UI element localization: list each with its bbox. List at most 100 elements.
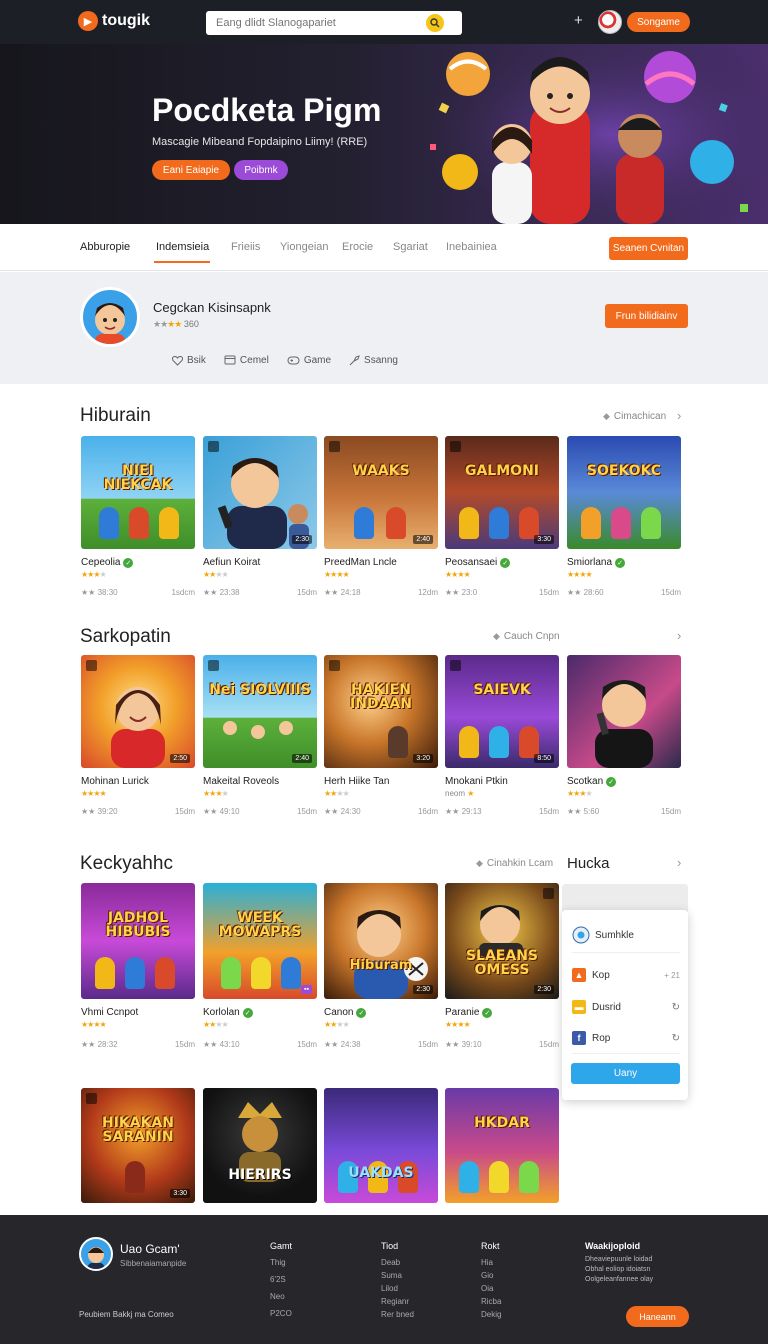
game-thumbnail[interactable]: HIERIRS (203, 1088, 317, 1203)
game-name[interactable]: PreedMan Lncle (324, 557, 397, 568)
search-icon[interactable] (426, 14, 444, 32)
user-avatar[interactable] (598, 10, 622, 34)
game-card[interactable]: 2:50 Mohinan Lurick ★★★★ ★★ 39:20 15dm (81, 655, 195, 816)
game-name[interactable]: Smiorlana (567, 557, 612, 568)
game-card[interactable]: Scotkan ✓ ★★★★ ★★ 5:60 15dm (567, 655, 681, 816)
game-thumbnail[interactable]: Hiburam 2:30 (324, 883, 438, 999)
game-card[interactable]: SAIEVK 8:50 Mnokani Ptkin neom ★ ★★ 29:1… (445, 655, 559, 816)
game-thumbnail[interactable]: NIEI NIEKCAK (81, 436, 195, 549)
game-card[interactable]: WEEK MOWAPRS ▪▪ Korlolan ✓ ★★★★ ★★ 43:10 1… (203, 883, 317, 1049)
game-card[interactable]: HIERIRS (203, 1088, 317, 1203)
footer-link[interactable]: Deab (381, 1258, 414, 1267)
game-thumbnail[interactable]: UAKDAS (324, 1088, 438, 1203)
game-name[interactable]: Cepeolia (81, 557, 120, 568)
footer-link[interactable]: Gio (481, 1271, 501, 1280)
game-card[interactable]: HAKIEN INDAAN 3:20 Herh Hiike Tan ★★★★ ★… (324, 655, 438, 816)
tab-frieiis[interactable]: Frieiis (231, 241, 260, 253)
game-card[interactable]: SLAEANS OMESS 2:30 Paranie ✓ ★★★★ ★★ 39:1… (445, 883, 559, 1049)
game-name[interactable]: Herh Hiike Tan (324, 776, 389, 787)
game-thumbnail[interactable]: 2:30 (203, 436, 317, 549)
game-thumbnail[interactable]: SLAEANS OMESS 2:30 (445, 883, 559, 999)
game-card[interactable]: Hiburam 2:30 Canon ✓ ★★★★ ★★ 24:38 15dm (324, 883, 438, 1049)
game-card[interactable]: UAKDAS (324, 1088, 438, 1203)
game-name[interactable]: Aefiun Koirat (203, 557, 260, 568)
footer-link[interactable]: Dekig (481, 1310, 501, 1319)
game-thumbnail[interactable]: WAAKS 2:40 (324, 436, 438, 549)
footer-brand: Uao Gcam' (120, 1242, 180, 1256)
footer-link[interactable]: P2CO (270, 1309, 292, 1318)
game-name[interactable]: Canon (324, 1007, 353, 1018)
tab-erocie[interactable]: Erocie (342, 241, 373, 253)
search-input[interactable] (216, 17, 421, 29)
game-card[interactable]: SOEKOKC Smiorlana ✓ ★★★★ ★★ 28:60 15dm (567, 436, 681, 597)
game-card[interactable]: 2:30 Aefiun Koirat ★★★★ ★★ 23:38 15dm (203, 436, 317, 597)
footer-link[interactable]: Regianr (381, 1297, 414, 1306)
footer-link[interactable]: 6'2S (270, 1275, 292, 1284)
profile-avatar[interactable] (80, 287, 140, 347)
game-name[interactable]: Mohinan Lurick (81, 776, 149, 787)
game-name[interactable]: Peosansaei (445, 557, 497, 568)
like-action[interactable]: Bsik (172, 355, 206, 366)
tab-yiongeian[interactable]: Yiongeian (280, 241, 329, 253)
share-option-dusrid[interactable]: ▬ Dusrid ↻ (572, 1000, 680, 1014)
game-thumbnail[interactable]: HIKAKAN SARANIN 3:30 (81, 1088, 195, 1203)
footer-link[interactable]: Oia (481, 1284, 501, 1293)
plus-icon[interactable]: + (574, 12, 583, 29)
footer-cta-button[interactable]: Haneann (626, 1306, 689, 1327)
section-see-all-link[interactable]: ◆ Cauch Cnpn (493, 631, 560, 642)
game-name[interactable]: Paranie (445, 1007, 479, 1018)
footer-link[interactable]: Rer bned (381, 1310, 414, 1319)
game-thumbnail[interactable]: SOEKOKC (567, 436, 681, 549)
game-card[interactable]: GALMONI 3:30 Peosansaei ✓ ★★★★ ★★ 23:0 15d… (445, 436, 559, 597)
section-see-all-link[interactable]: ◆ Cimachican (603, 411, 666, 422)
game-card[interactable]: Nei SIOLVIIIS 2:40 Makeital Roveols ★★★★… (203, 655, 317, 816)
game-card[interactable]: JADHOL HIBUBIS Vhmi Ccnpot ★★★★ ★★ 28:32… (81, 883, 195, 1049)
game-thumbnail[interactable] (567, 655, 681, 768)
tabs-action-button[interactable]: Seanen Cvnitan (609, 237, 688, 260)
share-action[interactable]: Ssanng (349, 355, 398, 366)
game-thumbnail[interactable]: Nei SIOLVIIIS 2:40 (203, 655, 317, 768)
game-thumbnail[interactable]: GALMONI 3:30 (445, 436, 559, 549)
chevron-right-icon[interactable]: › (677, 855, 681, 870)
footer-link[interactable]: Thig (270, 1258, 292, 1267)
game-thumbnail[interactable]: JADHOL HIBUBIS (81, 883, 195, 999)
game-name[interactable]: Makeital Roveols (203, 776, 279, 787)
hero-secondary-button[interactable]: Poibmk (234, 160, 288, 180)
game-card[interactable]: NIEI NIEKCAK Cepeolia ✓ ★★★★ ★★ 38:30 1sdc… (81, 436, 195, 597)
game-name[interactable]: Mnokani Ptkin (445, 776, 508, 787)
footer-link[interactable]: Hia (481, 1258, 501, 1267)
game-card[interactable]: HIKAKAN SARANIN 3:30 (81, 1088, 195, 1203)
game-name[interactable]: Scotkan (567, 776, 603, 787)
chevron-right-icon[interactable]: › (677, 408, 681, 423)
game-action[interactable]: Game (287, 355, 331, 366)
share-option-kop[interactable]: ▲ Kop + 21 (572, 968, 680, 982)
search-bar[interactable] (206, 11, 462, 35)
game-thumbnail[interactable]: HKDAR (445, 1088, 559, 1203)
game-name[interactable]: Korlolan (203, 1007, 240, 1018)
footer-link[interactable]: Ricba (481, 1297, 501, 1306)
share-confirm-button[interactable]: Uany (571, 1063, 680, 1084)
comment-action[interactable]: Cemel (224, 355, 269, 366)
signin-button[interactable]: Songame (627, 12, 690, 32)
share-popup-header: Sumhkle (572, 926, 634, 944)
chevron-right-icon[interactable]: › (677, 628, 681, 643)
tab-abburopie[interactable]: Abburopie (80, 241, 130, 253)
share-option-rop[interactable]: f Rop ↻ (572, 1031, 680, 1045)
footer-link[interactable]: Neo (270, 1292, 292, 1301)
section-see-all-link[interactable]: ◆ Cinahkin Lcam (476, 858, 553, 869)
game-thumbnail[interactable]: 2:50 (81, 655, 195, 768)
hero-primary-button[interactable]: Eani Eaiapie (152, 160, 230, 180)
tab-indemsieia[interactable]: Indemsieia (156, 241, 209, 253)
game-thumbnail[interactable]: WEEK MOWAPRS ▪▪ (203, 883, 317, 999)
game-thumbnail[interactable]: HAKIEN INDAAN 3:20 (324, 655, 438, 768)
tab-sgariat[interactable]: Sgariat (393, 241, 428, 253)
game-card[interactable]: WAAKS 2:40 PreedMan Lncle ★★★★ ★★ 24:18 1… (324, 436, 438, 597)
game-thumbnail[interactable]: SAIEVK 8:50 (445, 655, 559, 768)
footer-link[interactable]: Suma (381, 1271, 414, 1280)
footer-link[interactable]: Lilod (381, 1284, 414, 1293)
game-card[interactable]: HKDAR (445, 1088, 559, 1203)
follow-button[interactable]: Frun bilidiainv (605, 304, 688, 328)
game-name[interactable]: Vhmi Ccnpot (81, 1007, 138, 1018)
tab-inebainiea[interactable]: Inebainiea (446, 241, 497, 253)
logo[interactable]: ▶ tougik (78, 11, 150, 31)
